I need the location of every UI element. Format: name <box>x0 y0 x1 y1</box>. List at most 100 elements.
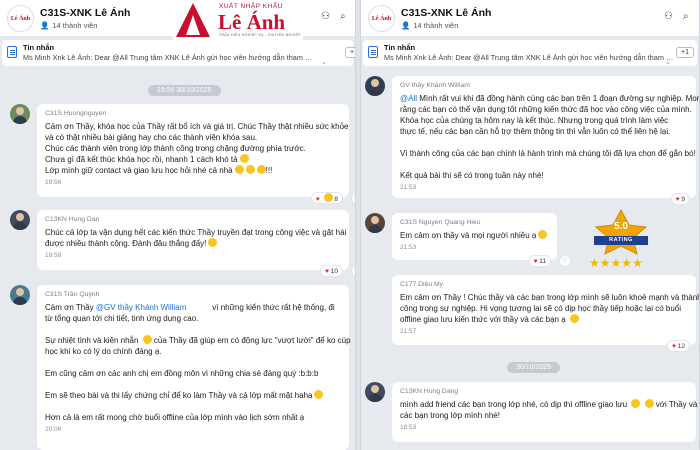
mention-link[interactable]: @GV thầy Khánh William <box>96 303 186 312</box>
like-icon[interactable]: ♡ <box>559 255 571 267</box>
heart-icon: ♥ <box>315 196 320 203</box>
group-title[interactable]: C31S-XNK Lê Ánh <box>401 7 491 19</box>
group-avatar[interactable]: Lê Ánh <box>368 5 395 32</box>
search-icon[interactable]: ⌕ <box>340 11 346 22</box>
group-members[interactable]: 👤 14 thành viên <box>401 21 458 30</box>
message-line: Em cảm ơn thầy và mọi người nhiều ạ <box>400 230 549 241</box>
pinned-text: Ms Minh Xnk Lê Ánh: Dear @All Trung tâm … <box>23 53 313 62</box>
message-time: 21:57 <box>400 328 417 335</box>
pinned-message[interactable]: Tin nhắn Ms Minh Xnk Lê Ánh: Dear @All T… <box>2 40 355 66</box>
rating-value: 5.0 <box>614 221 628 232</box>
rating-stars: ★★★★★ <box>589 256 643 270</box>
message-bubble[interactable]: C13KN Hung Dang mình add friend các bạn … <box>392 382 699 449</box>
avatar[interactable] <box>365 76 385 96</box>
message-line: Cảm ơn Thầy @GV thầy Khánh William vì nhữ… <box>45 303 335 312</box>
message-line: Sự nhiệt tình và kiên nhẫn của Thầy đã g… <box>45 335 351 345</box>
message-bubble[interactable]: C177 Diệu My Em cảm ơn Thầy ! Chúc thầy … <box>392 275 700 352</box>
reaction-badge[interactable]: ♥ 11 <box>528 255 551 267</box>
message-line: Vì thành công của các bạn chính là hành … <box>400 149 696 158</box>
message-sender: C13KN Hung Dan <box>45 216 100 223</box>
reaction-badge[interactable]: ♥ 12 <box>667 340 690 352</box>
star-icon: ★ <box>599 256 611 270</box>
emoji-icon <box>538 230 548 239</box>
add-member-icon[interactable]: ⚇ <box>664 11 673 22</box>
mention-link[interactable]: @All <box>400 94 417 103</box>
reaction-badge[interactable]: ♥ 8 <box>310 192 343 204</box>
brand-logo: XUẤT NHẬP KHẨU Lê Ánh THẤU HIỂU NGHIỆP V… <box>173 0 303 40</box>
brand-subtitle: XUẤT NHẬP KHẨU <box>219 3 283 10</box>
message-line: thực tế, nếu các bạn cần hỗ trợ thêm thô… <box>400 127 671 136</box>
message-bubble[interactable]: C31S Trần Quỳnh Cảm ơn Thầy @GV thầy Khá… <box>37 285 351 450</box>
user-icon: 👤 <box>401 21 411 30</box>
message-line: rằng các bạn có thể vận dụng tốt những k… <box>400 105 692 114</box>
emoji-icon <box>644 399 654 408</box>
avatar[interactable] <box>365 382 385 402</box>
message-bubble[interactable]: C31S Huongnguyen Cảm ơn Thầy, khóa học c… <box>37 104 355 204</box>
rating-badge: 5.0 RATING ★★★★★ <box>586 208 656 274</box>
pinned-more-button[interactable]: +1 <box>345 47 355 58</box>
emoji-icon <box>256 165 266 174</box>
brand-mark-icon <box>176 3 210 37</box>
emoji-icon <box>239 154 249 163</box>
group-title[interactable]: C31S-XNK Lê Ánh <box>40 7 130 19</box>
avatar[interactable] <box>365 213 385 233</box>
message-line: Chưa gì đã kết thúc khóa học rồi, nhanh … <box>45 154 341 165</box>
star-icon: ★ <box>589 256 600 270</box>
avatar[interactable] <box>10 104 30 124</box>
star-icon: ★ <box>610 256 622 270</box>
message-sender: C13KN Hung Dang <box>400 388 459 395</box>
chevron-down-icon[interactable]: ⌄ <box>321 58 327 66</box>
emoji-icon <box>631 399 641 408</box>
brand-tagline: THẤU HIỂU NGHIỆP VỤ - CHUYÊN NGHIỆP <box>219 33 301 37</box>
group-members[interactable]: 👤 14 thành viên <box>40 21 97 30</box>
message-bubble[interactable]: C13KN Hung Dan Chúc cả lớp ta vận dụng h… <box>37 210 355 277</box>
avatar[interactable] <box>10 285 30 305</box>
like-icon[interactable]: ♡ <box>351 265 355 277</box>
heart-icon: ♥ <box>675 196 680 203</box>
message-time: 19:56 <box>45 179 62 186</box>
date-separator: 30/10/2025 <box>507 362 561 373</box>
brand-name: Lê Ánh <box>218 10 286 34</box>
reaction-badge[interactable]: ♥ 9 <box>670 193 690 205</box>
message-line: Em sẽ theo bài và thi lấy chứng chỉ để k… <box>45 390 341 401</box>
emoji-icon <box>314 390 324 399</box>
message-sender: C31S Nguyen Quang Hieu <box>400 219 481 226</box>
emoji-icon <box>234 165 244 174</box>
pinned-title: Tin nhắn <box>384 43 416 52</box>
message-bubble[interactable]: GV thầy Khánh William @All Mình rất vui … <box>392 76 699 205</box>
message-line: Em cảm ơn Thầy ! Chúc thầy và các bạn tr… <box>400 293 700 302</box>
chevron-down-icon[interactable]: ⌄ <box>665 58 671 66</box>
message-time: 21:53 <box>400 184 417 191</box>
pinned-more-button[interactable]: +1 <box>676 47 694 58</box>
star-badge-icon <box>594 208 648 255</box>
message-line: công trong sự nghiệp. Hi vọng tương lai … <box>400 304 682 313</box>
message-sender: C177 Diệu My <box>400 281 444 288</box>
add-member-icon[interactable]: ⚇ <box>321 11 330 22</box>
avatar[interactable] <box>10 210 30 230</box>
search-icon[interactable]: ⌕ <box>683 11 689 22</box>
pinned-message-icon <box>7 46 17 58</box>
message-line: Cảm ơn Thầy, khóa học của Thầy rất bổ íc… <box>45 122 349 131</box>
message-time: 21:53 <box>400 244 417 251</box>
chat-header: Lê Ánh C31S-XNK Lê Ánh 👤 14 thành viên ⚇ … <box>361 0 699 37</box>
pinned-message[interactable]: Tin nhắn Ms Minh Xnk Lê Ánh: Dear @All T… <box>363 40 697 66</box>
emoji-icon <box>569 314 579 323</box>
message-line: học khi ko có lý do chính đáng ạ. <box>45 347 162 356</box>
message-time: 20:06 <box>45 426 62 433</box>
message-sender: C31S Huongnguyen <box>45 110 107 117</box>
group-avatar[interactable]: Lê Ánh <box>7 5 34 32</box>
message-line: Khóa học của chúng ta hôm nay là kết thú… <box>400 116 669 125</box>
message-line: và có thật nhiều bài giảng hay cho các t… <box>45 133 258 142</box>
heart-icon: ♥ <box>325 268 329 275</box>
message-line: Hơn cả là em rất mong chờ buổi offline c… <box>45 413 305 422</box>
pinned-message-icon <box>368 46 378 58</box>
message-line: offline giao lưu kiến thức với thầy và c… <box>400 314 688 325</box>
heart-icon: ♥ <box>533 258 538 265</box>
message-line: từ tổng quan tới chi tiết, tinh ứng dụng… <box>45 314 199 323</box>
message-sender: C31S Trần Quỳnh <box>45 291 100 298</box>
message-line: mình add friend các bạn trong lớp nhé, c… <box>400 399 698 409</box>
reaction-badge[interactable]: ♥ 10 <box>320 265 343 277</box>
like-icon[interactable]: ♡ <box>351 192 355 204</box>
message-bubble[interactable]: C31S Nguyen Quang Hieu Em cảm ơn thầy và… <box>392 213 571 267</box>
rating-label: RATING <box>594 236 648 245</box>
